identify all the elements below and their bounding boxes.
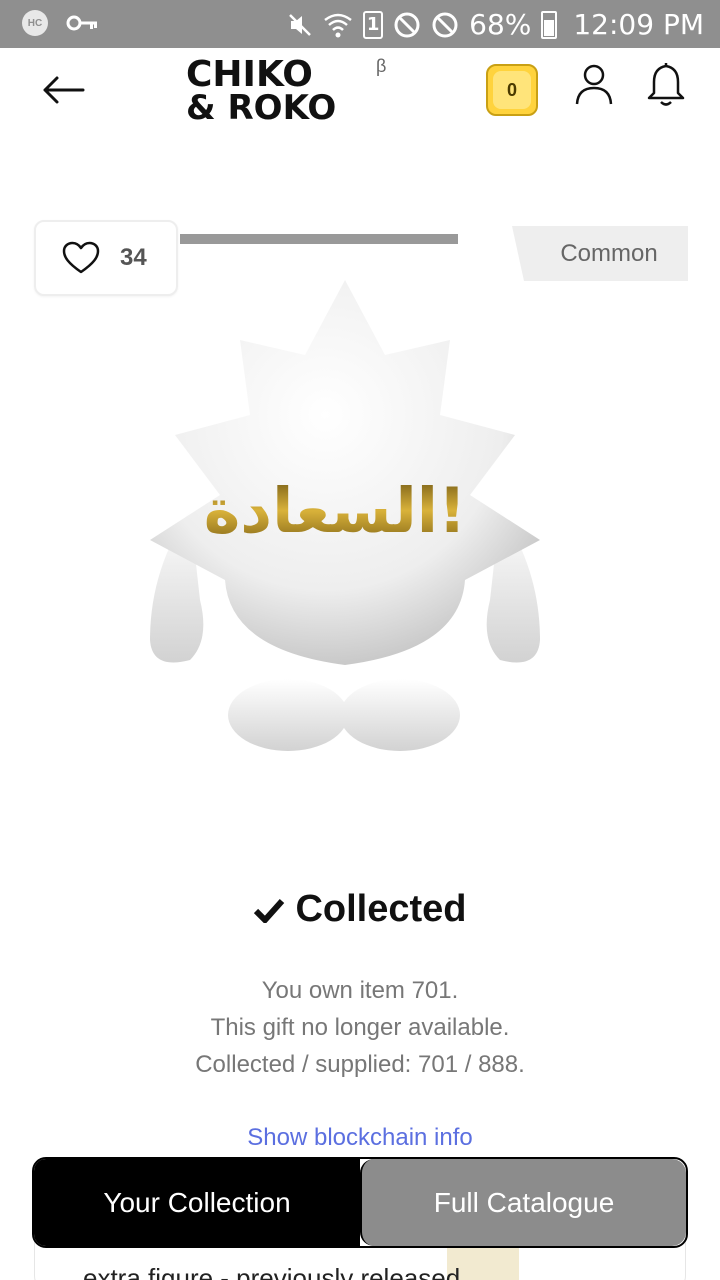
- show-blockchain-info-link[interactable]: Show blockchain info: [0, 1124, 720, 1152]
- clock: 12:09 PM: [573, 8, 704, 41]
- your-collection-button[interactable]: Your Collection: [34, 1159, 360, 1246]
- checkmark-icon: [254, 898, 285, 923]
- collected-status: Collected: [0, 888, 720, 931]
- collection-toggle: Your Collection Full Catalogue: [32, 1157, 688, 1248]
- supply-progress-bar: [180, 234, 458, 244]
- hc-icon: HC: [22, 10, 48, 36]
- info-availability: This gift no longer available.: [210, 1014, 510, 1041]
- user-icon: [575, 64, 613, 105]
- back-button[interactable]: [38, 70, 88, 110]
- full-catalogue-button[interactable]: Full Catalogue: [360, 1159, 686, 1246]
- bell-icon: [647, 63, 685, 106]
- blocked-icon: [432, 12, 458, 37]
- logo-line2: & ROKO: [186, 88, 337, 128]
- sim-icon: 1: [363, 10, 384, 39]
- rarity-label: Common: [560, 239, 658, 267]
- key-icon: [66, 15, 97, 31]
- info-supply: Collected / supplied: 701 / 888.: [195, 1051, 525, 1078]
- status-left: HC: [22, 10, 98, 36]
- ownership-info: You own item 701. This gift no longer av…: [0, 972, 720, 1083]
- profile-button[interactable]: [574, 62, 614, 108]
- coin-balance-button[interactable]: 0: [486, 64, 538, 116]
- app-header: CHIKO & ROKO β 0: [0, 48, 720, 138]
- mute-icon: [289, 13, 312, 36]
- collected-label: Collected: [295, 888, 467, 930]
- supply-progress-fill: [180, 234, 458, 244]
- logo-beta: β: [376, 56, 387, 76]
- battery-icon: [541, 10, 558, 39]
- blocked-icon: [394, 12, 420, 37]
- coin-count: 0: [493, 71, 531, 109]
- wifi-icon: [324, 13, 352, 37]
- status-bar: HC 1 68% 12:09 PM: [0, 0, 720, 48]
- description-text: extra figure - previously released: [83, 1263, 461, 1280]
- heart-icon: [62, 241, 100, 274]
- app-logo[interactable]: CHIKO & ROKO β: [186, 54, 396, 128]
- back-arrow-icon: [43, 76, 85, 104]
- like-count: 34: [120, 244, 147, 271]
- collectible-figure-image: السعادة!: [150, 280, 540, 751]
- notifications-button[interactable]: [644, 62, 688, 108]
- info-owned-item: You own item 701.: [261, 977, 459, 1004]
- status-right: 1 68% 12:09 PM: [287, 8, 704, 41]
- figure-arabic-text: السعادة!: [204, 474, 467, 547]
- battery-percent: 68%: [469, 8, 532, 41]
